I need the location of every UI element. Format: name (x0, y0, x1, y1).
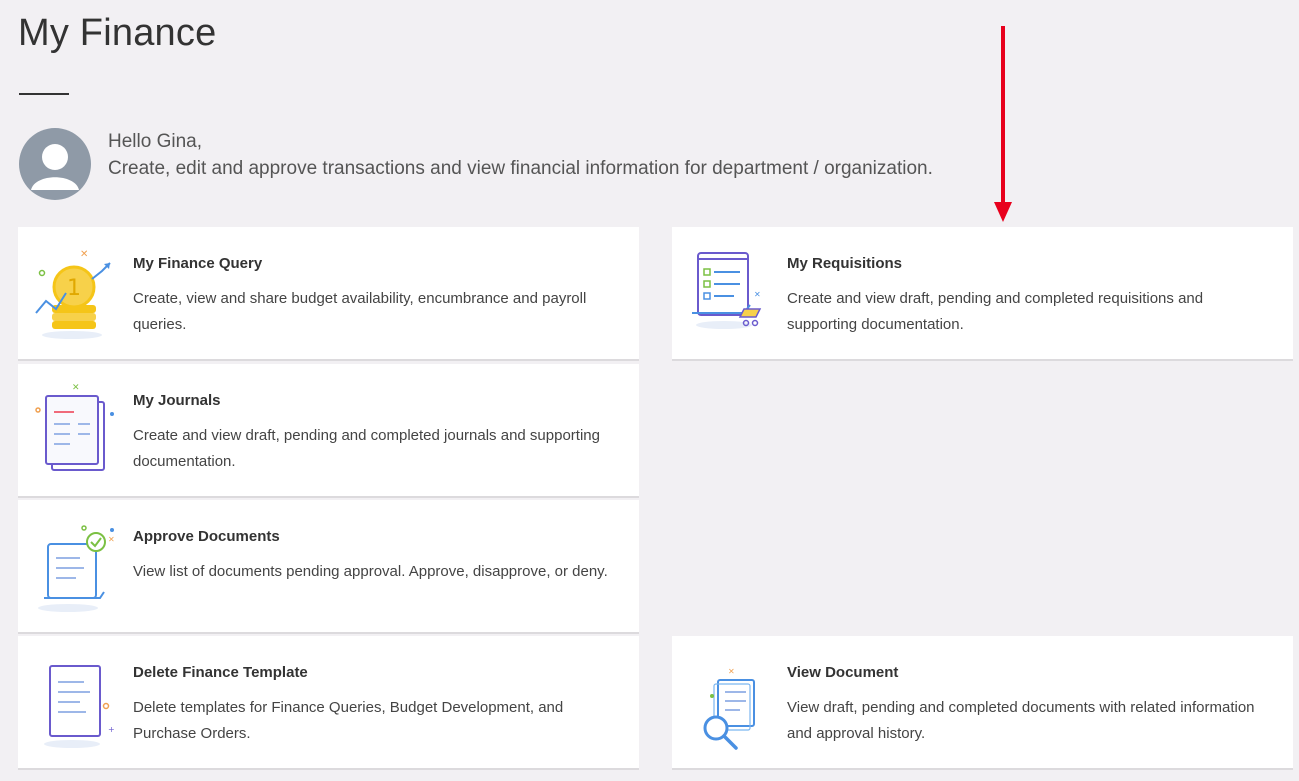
greeting-text: Hello Gina, (108, 131, 202, 152)
red-arrow-down-icon (993, 26, 1013, 222)
intro-text: Create, edit and approve transactions an… (108, 158, 933, 179)
tile-title: My Requisitions (787, 255, 903, 272)
page-title: My Finance (18, 12, 217, 54)
tile-my-requisitions[interactable]: ✕ My Requisitions Create and view draft,… (672, 227, 1293, 361)
tile-delete-finance-template[interactable]: + Delete Finance Template Delete templat… (18, 636, 639, 770)
view-document-magnifier-icon: ✕ (684, 652, 774, 752)
svg-text:+: + (108, 725, 115, 734)
tile-title: Approve Documents (133, 528, 280, 545)
tile-title: Delete Finance Template (133, 664, 308, 681)
finance-query-coin-icon: 1 ✕ (30, 243, 120, 343)
tile-description: Create, view and share budget availabili… (133, 290, 587, 333)
svg-text:✕: ✕ (754, 290, 761, 299)
avatar (19, 128, 91, 200)
approve-document-check-icon: ✕ (30, 516, 120, 616)
svg-text:1: 1 (67, 276, 81, 301)
tile-description: Create and view draft, pending and compl… (787, 290, 1204, 333)
tile-description: Create and view draft, pending and compl… (133, 427, 600, 470)
tile-my-finance-query[interactable]: 1 ✕ My Finance Query Create, view and sh… (18, 227, 639, 361)
tile-my-journals[interactable]: ✕ My Journals Create and view draft, pen… (18, 364, 639, 498)
svg-text:✕: ✕ (108, 535, 115, 544)
tile-title: My Finance Query (133, 255, 263, 272)
tile-approve-documents[interactable]: ✕ Approve Documents View list of documen… (18, 500, 639, 634)
tile-description: View draft, pending and completed docume… (787, 699, 1255, 742)
svg-text:✕: ✕ (728, 667, 735, 676)
journals-book-icon: ✕ (30, 380, 120, 480)
svg-text:✕: ✕ (80, 249, 88, 260)
tile-title: View Document (787, 664, 899, 681)
delete-template-document-icon: + (30, 652, 120, 752)
tile-description: Delete templates for Finance Queries, Bu… (133, 699, 564, 742)
svg-text:✕: ✕ (72, 383, 80, 393)
tile-view-document[interactable]: ✕ View Document View draft, pending and … (672, 636, 1293, 770)
tile-description: View list of documents pending approval.… (133, 563, 608, 580)
tile-title: My Journals (133, 392, 221, 409)
title-divider (19, 93, 69, 95)
requisitions-cart-icon: ✕ (684, 243, 774, 343)
